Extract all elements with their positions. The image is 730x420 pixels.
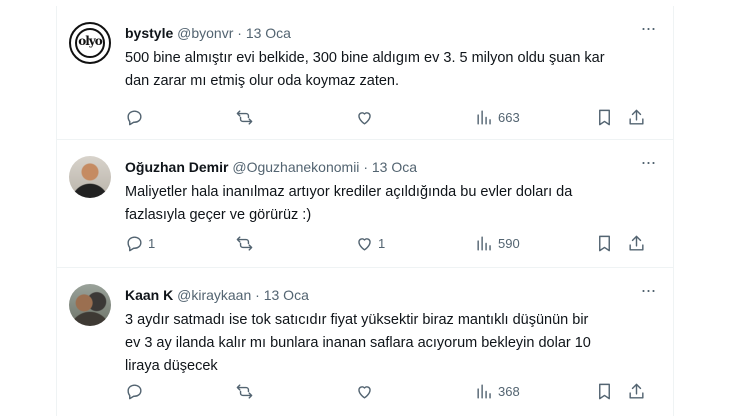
share-button[interactable]	[627, 380, 646, 402]
tweet-text: 500 bine almıştır evi belkide, 300 bine …	[125, 50, 605, 89]
views-icon	[477, 383, 491, 399]
tweet-actions: 1 1 590	[125, 232, 661, 254]
bookmark-icon	[599, 383, 610, 399]
more-icon[interactable]: ···	[637, 19, 659, 40]
like-icon	[358, 237, 371, 251]
tweet[interactable]: olyo bystyle @byonvr · 13 Oca ··· 500 bi…	[57, 6, 673, 140]
display-name[interactable]: Oğuzhan Demir	[125, 159, 228, 175]
views-count: 368	[498, 383, 520, 399]
avatar-logo-mark: olyo	[78, 34, 103, 48]
tweet-date[interactable]: 13 Oca	[372, 159, 417, 175]
reply-icon	[127, 235, 142, 251]
tweet-date[interactable]: 13 Oca	[246, 25, 291, 41]
retweet-icon	[236, 235, 253, 251]
reply-icon	[127, 109, 142, 125]
tweet-date[interactable]: 13 Oca	[264, 287, 309, 303]
bookmark-icon	[599, 109, 610, 125]
reply-count: 1	[148, 235, 156, 251]
tweet-text: Maliyetler hala inanılmaz artıyor kredil…	[125, 184, 573, 223]
retweet-button[interactable]	[235, 232, 258, 254]
bookmark-button[interactable]	[595, 232, 614, 254]
more-icon[interactable]: ···	[637, 153, 659, 174]
tweet-header: Kaan K @kiraykaan · 13 Oca	[125, 286, 309, 304]
retweet-button[interactable]	[235, 380, 258, 402]
reply-icon	[127, 383, 142, 399]
bookmark-button[interactable]	[595, 106, 614, 128]
retweet-icon	[236, 383, 253, 399]
views-icon	[477, 109, 491, 125]
views-icon	[477, 235, 491, 251]
like-icon	[358, 385, 371, 399]
user-handle[interactable]: @byonvr	[177, 25, 233, 41]
tweet-header: bystyle @byonvr · 13 Oca	[125, 24, 291, 42]
retweet-icon	[236, 109, 253, 125]
avatar[interactable]	[69, 284, 111, 326]
separator-dot: ·	[363, 159, 368, 175]
share-button[interactable]	[627, 232, 646, 254]
tweet-text: 3 aydır satmadı ise tok satıcıdır fiyat …	[125, 312, 591, 374]
share-button[interactable]	[627, 106, 646, 128]
display-name[interactable]: bystyle	[125, 25, 173, 41]
tweet[interactable]: Kaan K @kiraykaan · 13 Oca ··· 3 aydır s…	[57, 268, 673, 416]
like-button[interactable]: 1	[355, 232, 385, 254]
bookmark-button[interactable]	[595, 380, 614, 402]
separator-dot: ·	[237, 25, 242, 41]
share-icon	[629, 235, 644, 251]
user-handle[interactable]: @Oguzhanekonomii	[232, 159, 359, 175]
reply-feed: olyo bystyle @byonvr · 13 Oca ··· 500 bi…	[56, 6, 674, 416]
bookmark-icon	[599, 235, 610, 251]
tweet-actions: 368	[125, 380, 661, 402]
retweet-button[interactable]	[235, 106, 258, 128]
tweet[interactable]: Oğuzhan Demir @Oguzhanekonomii · 13 Oca …	[57, 140, 673, 268]
like-count: 1	[378, 235, 386, 251]
views-button[interactable]: 368	[475, 380, 520, 402]
more-icon[interactable]: ···	[637, 281, 659, 302]
reply-button[interactable]: 1	[125, 232, 155, 254]
user-handle[interactable]: @kiraykaan	[177, 287, 251, 303]
reply-button[interactable]	[125, 380, 148, 402]
views-count: 663	[498, 109, 520, 125]
share-icon	[629, 109, 644, 125]
views-count: 590	[498, 235, 520, 251]
reply-button[interactable]	[125, 106, 148, 128]
like-icon	[358, 111, 371, 125]
avatar[interactable]	[69, 156, 111, 198]
avatar[interactable]: olyo	[69, 22, 111, 64]
views-button[interactable]: 590	[475, 232, 520, 254]
display-name[interactable]: Kaan K	[125, 287, 173, 303]
share-icon	[629, 383, 644, 399]
tweet-actions: 663	[125, 106, 661, 128]
views-button[interactable]: 663	[475, 106, 520, 128]
like-button[interactable]	[355, 106, 378, 128]
like-button[interactable]	[355, 380, 378, 402]
separator-dot: ·	[255, 287, 260, 303]
tweet-header: Oğuzhan Demir @Oguzhanekonomii · 13 Oca	[125, 158, 417, 176]
